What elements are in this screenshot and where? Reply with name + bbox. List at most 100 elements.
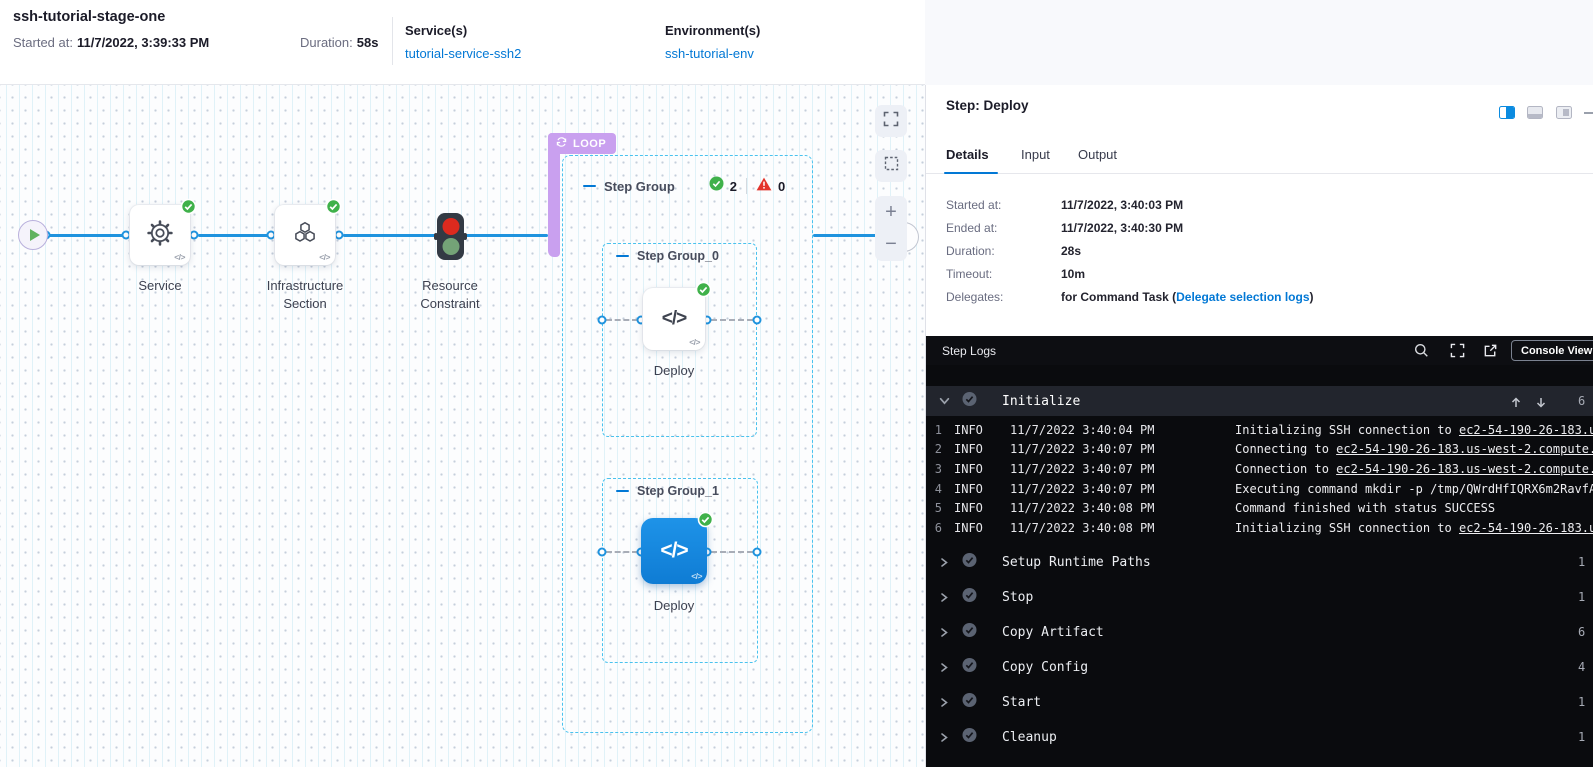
log-line: 4 INFO 11/7/2022 3:40:07 PM Executing co… bbox=[926, 479, 1593, 499]
log-message: Initializing SSH connection to ec2-54-19… bbox=[1235, 521, 1593, 535]
scroll-down-icon[interactable] bbox=[1535, 394, 1547, 413]
code-icon: </> bbox=[174, 252, 185, 262]
pipeline-canvas[interactable]: </> Service </> Infrastructure Section R… bbox=[0, 85, 925, 767]
log-section-start[interactable]: Start 1 bbox=[926, 685, 1593, 719]
log-time: 11/7/2022 3:40:08 PM bbox=[1010, 501, 1179, 515]
hexagons-icon bbox=[291, 219, 319, 252]
port bbox=[598, 316, 607, 325]
step-group-0-header: Step Group_0 bbox=[616, 249, 719, 263]
service-node-label: Service bbox=[110, 277, 210, 295]
line-number: 2 bbox=[926, 442, 942, 456]
minimize-panel-button[interactable] bbox=[1584, 112, 1593, 114]
log-line: 6 INFO 11/7/2022 3:40:08 PM Initializing… bbox=[926, 518, 1593, 538]
log-link[interactable]: ec2-54-190-26-183.us bbox=[1459, 521, 1593, 535]
layout-right-view-button[interactable] bbox=[1556, 106, 1572, 119]
section-check-icon bbox=[962, 623, 977, 642]
success-check-icon bbox=[180, 198, 197, 220]
delegate-selection-logs-link[interactable]: Delegate selection logs bbox=[1176, 290, 1309, 304]
canvas-fullscreen-button[interactable] bbox=[875, 105, 907, 137]
step-details-panel: Step: Deploy Details Input Output Starte… bbox=[925, 85, 1593, 767]
external-link-icon[interactable] bbox=[1483, 343, 1498, 363]
traffic-green-light bbox=[442, 238, 459, 255]
port bbox=[598, 548, 607, 557]
port bbox=[190, 231, 199, 240]
layout-split-view-button[interactable] bbox=[1499, 106, 1515, 119]
step-logs-title: Step Logs bbox=[942, 344, 996, 358]
deploy-step-0-node[interactable]: </> </> bbox=[643, 288, 705, 350]
infrastructure-node-label: Infrastructure Section bbox=[245, 277, 365, 312]
tab-output[interactable]: Output bbox=[1078, 147, 1117, 162]
log-level: INFO bbox=[954, 423, 994, 437]
environments-column: Environment(s) ssh-tutorial-env bbox=[665, 23, 760, 63]
canvas-select-button[interactable] bbox=[875, 150, 907, 182]
active-tab-indicator bbox=[944, 172, 998, 175]
zoom-in-button[interactable]: + bbox=[875, 196, 907, 229]
log-link[interactable]: ec2-54-190-26-183.us-west-2.compute.a bbox=[1336, 442, 1593, 456]
section-duration: 6 bbox=[1578, 394, 1585, 408]
log-section-copy-artifact[interactable]: Copy Artifact 6 bbox=[926, 615, 1593, 649]
duration-label: Duration: bbox=[300, 35, 353, 50]
loop-badge[interactable]: LOOP bbox=[548, 133, 616, 154]
dashed-connector bbox=[711, 551, 753, 553]
log-line: 2 INFO 11/7/2022 3:40:07 PM Connecting t… bbox=[926, 440, 1593, 460]
success-check-icon bbox=[325, 198, 342, 220]
service-node[interactable]: </> bbox=[130, 205, 190, 265]
code-icon: </> bbox=[319, 252, 330, 262]
warning-icon bbox=[756, 177, 772, 196]
chevron-right-icon bbox=[939, 623, 949, 642]
deploy-step-1-node-selected[interactable]: </> </> bbox=[641, 518, 707, 584]
chevron-right-icon bbox=[939, 658, 949, 677]
log-text: Connecting to bbox=[1235, 442, 1336, 456]
console-view-toggle[interactable]: Console View bbox=[1511, 340, 1593, 361]
failed-count: 0 bbox=[778, 179, 785, 194]
section-check-icon bbox=[962, 392, 977, 411]
section-duration: 6 bbox=[1578, 625, 1585, 639]
step-group-1-header: Step Group_1 bbox=[616, 484, 719, 498]
log-section-initialize[interactable]: Initialize 6 bbox=[926, 386, 1593, 416]
started-value: 11/7/2022, 3:39:33 PM bbox=[77, 35, 209, 50]
scroll-up-icon[interactable] bbox=[1510, 394, 1522, 413]
log-line: 1 INFO 11/7/2022 3:40:04 PM Initializing… bbox=[926, 420, 1593, 440]
collapse-icon[interactable] bbox=[616, 490, 629, 493]
chevron-right-icon bbox=[939, 588, 949, 607]
section-check-icon bbox=[962, 658, 977, 677]
detail-label-started: Started at: bbox=[946, 198, 1001, 212]
tab-details[interactable]: Details bbox=[946, 147, 989, 162]
layout-bottom-view-button[interactable] bbox=[1527, 106, 1543, 119]
tab-input[interactable]: Input bbox=[1021, 147, 1050, 162]
line-number: 6 bbox=[926, 521, 942, 535]
started-label: Started at: bbox=[13, 35, 73, 50]
fullscreen-icon[interactable] bbox=[1450, 343, 1465, 363]
deploy-step-0-label: Deploy bbox=[624, 362, 724, 380]
zoom-out-button[interactable]: − bbox=[875, 229, 907, 262]
dashed-connector bbox=[711, 319, 753, 321]
detail-label-delegates: Delegates: bbox=[946, 290, 1003, 304]
service-link[interactable]: tutorial-service-ssh2 bbox=[405, 46, 521, 61]
infrastructure-node[interactable]: </> bbox=[275, 205, 335, 265]
log-section-copy-config[interactable]: Copy Config 4 bbox=[926, 650, 1593, 684]
success-check-icon bbox=[709, 176, 724, 196]
log-text: Command finished with status SUCCESS bbox=[1235, 501, 1495, 515]
section-check-icon bbox=[962, 588, 977, 607]
code-icon: </> bbox=[660, 539, 687, 563]
services-column: Service(s) tutorial-service-ssh2 bbox=[405, 23, 521, 63]
count-divider bbox=[746, 178, 747, 194]
dashed-connector bbox=[606, 551, 638, 553]
line-number: 5 bbox=[926, 501, 942, 515]
log-link[interactable]: ec2-54-190-26-183.us bbox=[1459, 423, 1593, 437]
environment-link[interactable]: ssh-tutorial-env bbox=[665, 46, 754, 61]
step-group-label: Step Group bbox=[604, 179, 675, 194]
collapse-icon[interactable] bbox=[583, 185, 596, 188]
log-section-stop[interactable]: Stop 1 bbox=[926, 580, 1593, 614]
log-section-cleanup[interactable]: Cleanup 1 bbox=[926, 720, 1593, 754]
log-section-setup-runtime-paths[interactable]: Setup Runtime Paths 1 bbox=[926, 545, 1593, 579]
delegates-text: for Command Task ( bbox=[1061, 290, 1176, 304]
search-icon[interactable] bbox=[1414, 343, 1429, 363]
resource-constraint-node[interactable] bbox=[437, 213, 464, 260]
port bbox=[753, 316, 762, 325]
stage-start-node[interactable] bbox=[18, 220, 48, 250]
stage-header: ssh-tutorial-stage-one Started at:11/7/2… bbox=[0, 0, 1593, 85]
log-text: Executing command mkdir -p /tmp/QWrdHfIQ… bbox=[1235, 482, 1593, 496]
log-link[interactable]: ec2-54-190-26-183.us-west-2.compute.a bbox=[1336, 462, 1593, 476]
collapse-icon[interactable] bbox=[616, 255, 629, 258]
